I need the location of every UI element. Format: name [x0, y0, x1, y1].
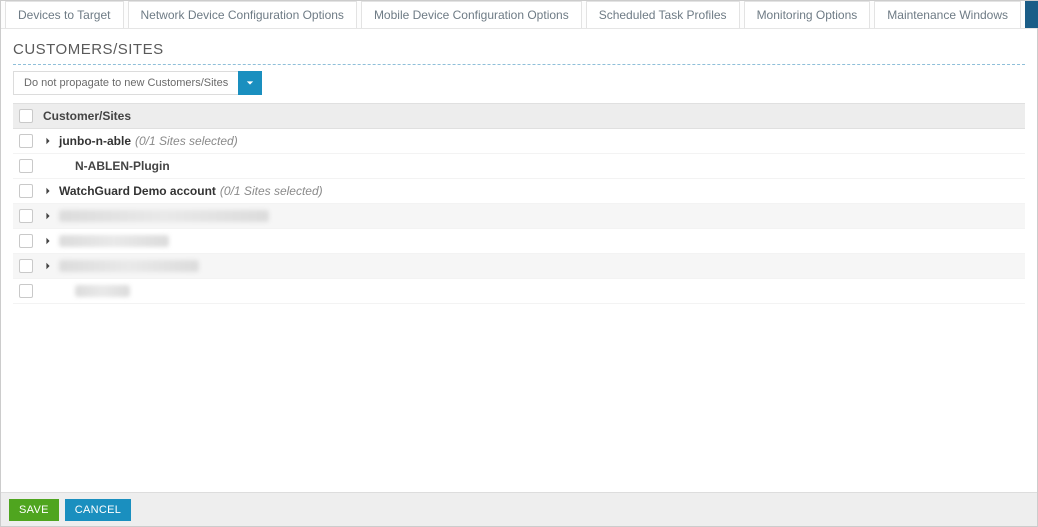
tab-grant-customers-sites-access[interactable]: Grant Customers & Sites Access [1025, 1, 1038, 28]
list-header-label: Customer/Sites [43, 109, 131, 123]
row-checkbox[interactable] [19, 209, 33, 223]
customer-row: N-ABLEN-Plugin [13, 154, 1025, 179]
row-label: WatchGuard Demo account [59, 184, 216, 198]
row-sites-selected: (0/1 Sites selected) [135, 134, 238, 148]
customer-row: junbo-n-able (0/1 Sites selected) [13, 129, 1025, 154]
propagate-toggle-button[interactable] [238, 71, 262, 95]
footer-bar: SAVE CANCEL [1, 492, 1037, 526]
page-root: Devices to TargetNetwork Device Configur… [0, 0, 1038, 527]
expand-caret-icon[interactable] [43, 237, 53, 245]
tab-mobile-device-configuration-options[interactable]: Mobile Device Configuration Options [361, 1, 582, 28]
row-checkbox[interactable] [19, 184, 33, 198]
row-checkbox[interactable] [19, 234, 33, 248]
content-area: CUSTOMERS/SITES Do not propagate to new … [1, 29, 1037, 492]
tab-monitoring-options[interactable]: Monitoring Options [744, 1, 871, 28]
propagate-selected-value[interactable]: Do not propagate to new Customers/Sites [13, 71, 238, 95]
tab-network-device-configuration-options[interactable]: Network Device Configuration Options [128, 1, 357, 28]
customer-rows: junbo-n-able (0/1 Sites selected) N-ABLEN-… [13, 129, 1025, 304]
redacted-label [59, 210, 269, 222]
redacted-label [59, 235, 169, 247]
row-sites-selected: (0/1 Sites selected) [220, 184, 323, 198]
tab-bar: Devices to TargetNetwork Device Configur… [1, 1, 1037, 29]
expand-caret-icon[interactable] [43, 137, 53, 145]
customer-row [13, 254, 1025, 279]
row-checkbox[interactable] [19, 159, 33, 173]
customer-row [13, 204, 1025, 229]
caret-down-icon [246, 76, 254, 90]
customer-row: WatchGuard Demo account (0/1 Sites select… [13, 179, 1025, 204]
tab-devices-to-target[interactable]: Devices to Target [5, 1, 124, 28]
select-all-checkbox[interactable] [19, 109, 33, 123]
divider [13, 64, 1025, 65]
expand-caret-icon[interactable] [43, 212, 53, 220]
redacted-label [59, 260, 199, 272]
section-title: CUSTOMERS/SITES [13, 41, 1025, 58]
row-label: N-ABLEN-Plugin [75, 159, 170, 173]
customer-row [13, 229, 1025, 254]
list-header: Customer/Sites [13, 103, 1025, 129]
tab-scheduled-task-profiles[interactable]: Scheduled Task Profiles [586, 1, 740, 28]
row-label: junbo-n-able [59, 134, 131, 148]
cancel-button[interactable]: CANCEL [65, 499, 131, 521]
redacted-label [75, 285, 130, 297]
expand-caret-icon[interactable] [43, 187, 53, 195]
propagate-dropdown[interactable]: Do not propagate to new Customers/Sites [13, 71, 1025, 95]
row-checkbox[interactable] [19, 259, 33, 273]
expand-caret-icon[interactable] [43, 262, 53, 270]
customer-row [13, 279, 1025, 304]
save-button[interactable]: SAVE [9, 499, 59, 521]
row-checkbox[interactable] [19, 134, 33, 148]
row-checkbox[interactable] [19, 284, 33, 298]
tab-maintenance-windows[interactable]: Maintenance Windows [874, 1, 1021, 28]
